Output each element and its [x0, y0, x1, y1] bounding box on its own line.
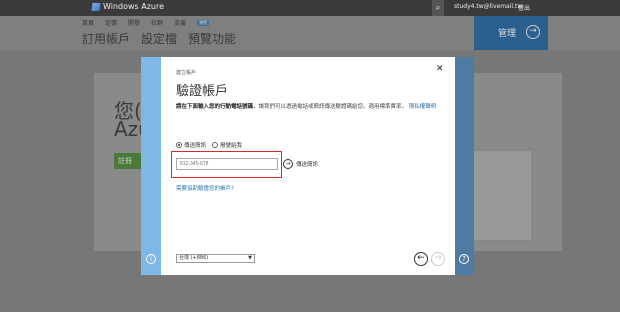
dialog-description: 請在下面輸入您的行動電話號碼，讓我們可以透過電話或簡訊傳送驗證碼給您。適用標準費…	[176, 103, 446, 112]
nav-item-support[interactable]: 支援	[174, 18, 186, 27]
help-verify-link[interactable]: 需要協助驗證您的帳戶？	[176, 184, 237, 192]
radio-sms-dot[interactable]	[176, 142, 182, 148]
dialog-left-panel: i	[141, 57, 161, 275]
phone-number-input[interactable]	[176, 158, 278, 170]
nav-item-develop[interactable]: 開發	[128, 18, 140, 27]
country-value: 台灣 (+886)	[179, 255, 209, 261]
privacy-link[interactable]: 隱私權聲明	[409, 104, 437, 110]
top-bar: Windows Azure ⌕ study4.tw@livemail.tw 登出	[0, 0, 620, 16]
description-bold: 請在下面輸入您的行動電話號碼	[176, 104, 254, 110]
nav-item-home[interactable]: 首頁	[82, 18, 94, 27]
verify-account-dialog: 建立帳戶 ✕ 驗證帳戶 請在下面輸入您的行動電話號碼，讓我們可以透過電話或簡訊傳…	[161, 57, 455, 275]
chevron-down-icon: ▼	[248, 255, 252, 261]
radio-sms-label: 傳送簡訊	[184, 143, 207, 149]
nav-links: 首頁 定價 開發 社群 支援 預覽	[82, 18, 210, 27]
close-icon[interactable]: ✕	[436, 64, 444, 74]
nav-item-community[interactable]: 社群	[151, 18, 163, 27]
radio-call[interactable]: 撥號給我	[212, 141, 242, 149]
account-nav: 訂用帳戶 設定檔 預覽功能	[82, 30, 236, 47]
back-button[interactable]: ←	[414, 252, 428, 266]
tab-profile[interactable]: 設定檔	[141, 30, 177, 47]
arrow-right-icon: →	[526, 25, 540, 39]
nav-item-pricing[interactable]: 定價	[105, 18, 117, 27]
radio-call-dot[interactable]	[212, 142, 219, 148]
tab-subscriptions[interactable]: 訂用帳戶	[82, 30, 130, 47]
search-icon[interactable]: ⌕	[432, 0, 444, 16]
info-icon[interactable]: i	[146, 254, 156, 264]
send-arrow-icon[interactable]: →	[283, 159, 293, 169]
breadcrumb: 建立帳戶	[176, 70, 197, 76]
manage-button[interactable]: 管理 →	[474, 16, 548, 50]
country-select[interactable]: 台灣 (+886) ▼	[176, 254, 255, 263]
preview-badge: 預覽	[197, 19, 210, 26]
description-text: ，讓我們可以透過電話或簡訊傳送驗證碼給您。適用標準費率。	[253, 104, 408, 110]
manage-label: 管理	[498, 29, 517, 39]
next-button[interactable]: →	[431, 252, 445, 266]
dialog-title: 驗證帳戶	[176, 84, 229, 99]
send-sms-label[interactable]: 傳送簡訊	[296, 160, 318, 168]
dialog-right-panel: ?	[455, 57, 474, 275]
windows-flag-icon	[91, 2, 101, 11]
signout-link[interactable]: 登出	[518, 3, 530, 12]
tab-preview-features[interactable]: 預覽功能	[188, 30, 236, 47]
radio-sms[interactable]: 傳送簡訊	[176, 141, 206, 149]
help-icon[interactable]: ?	[459, 254, 469, 264]
azure-logo[interactable]: Windows Azure	[91, 2, 165, 11]
account-name[interactable]: study4.tw@livemail.tw	[454, 3, 522, 10]
brand-label: Windows Azure	[103, 2, 165, 11]
verification-method: 傳送簡訊 撥號給我	[176, 141, 242, 149]
radio-call-label: 撥號給我	[220, 143, 243, 149]
background-signup-button: 註冊	[114, 153, 142, 169]
